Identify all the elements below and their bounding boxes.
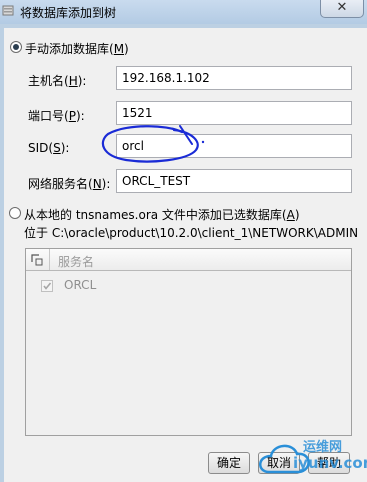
select-all-icon <box>31 254 43 266</box>
radio-selected-dot <box>13 44 19 50</box>
service-name-label: 网络服务名(N): <box>28 177 111 191</box>
tnsnames-radio[interactable] <box>9 207 21 219</box>
watermark: 运维网 iyunv.com <box>255 434 367 480</box>
ink-annotation-circle <box>101 125 205 163</box>
host-label: 主机名(H): <box>28 74 87 88</box>
title-bar: 将数据库添加到树 ✕ <box>0 0 367 24</box>
sid-label: SID(S): <box>28 141 70 155</box>
watermark-text-domain: iyunv.com <box>293 454 367 472</box>
row-checkbox[interactable] <box>41 280 53 292</box>
close-button[interactable]: ✕ <box>320 0 364 18</box>
manual-add-label: 手动添加数据库(M) <box>25 42 129 56</box>
port-label: 端口号(P): <box>28 109 85 123</box>
database-tree-icon <box>2 5 14 16</box>
service-name-input[interactable] <box>116 169 352 193</box>
tnsnames-label: 从本地的 tnsnames.ora 文件中添加已选数据库(A) <box>24 208 300 222</box>
select-all-corner <box>26 249 50 270</box>
table-header: 服务名 <box>26 249 351 271</box>
dialog-content: 手动添加数据库(M) 主机名(H): 端口号(P): SID(S): 网络服务名… <box>4 28 367 482</box>
host-input[interactable] <box>116 66 352 90</box>
service-table: 服务名 ORCL <box>25 248 352 436</box>
window-title: 将数据库添加到树 <box>20 6 117 20</box>
table-row: ORCL <box>64 278 97 292</box>
service-name-column-header: 服务名 <box>58 255 95 269</box>
ok-button[interactable]: 确定 <box>208 452 250 474</box>
checkmark-icon <box>43 282 52 290</box>
tnsnames-location: 位于 C:\oracle\product\10.2.0\client_1\NET… <box>24 226 362 240</box>
manual-add-radio[interactable] <box>10 41 22 53</box>
watermark-text-cn: 运维网 <box>303 440 343 455</box>
